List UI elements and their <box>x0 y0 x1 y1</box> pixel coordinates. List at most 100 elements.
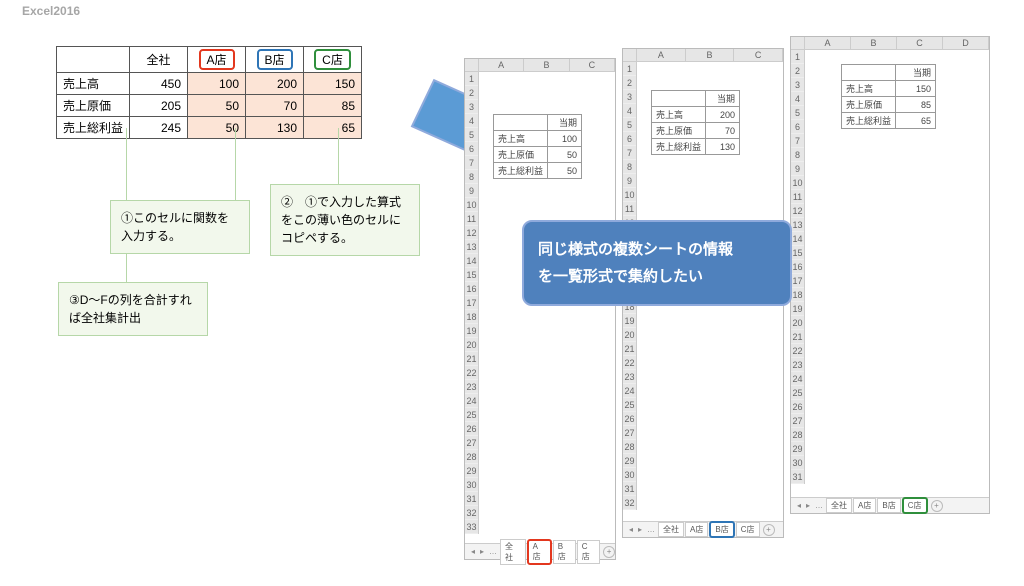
tab-nav-icon[interactable]: ▸ <box>478 547 486 556</box>
row-header: 30 <box>791 456 804 470</box>
col-headers: A B C D <box>791 37 989 50</box>
row-header: 7 <box>465 156 478 170</box>
row-header: 10 <box>791 176 804 190</box>
row-header: 10 <box>465 198 478 212</box>
col-c: C <box>897 37 943 49</box>
cell: 85 <box>896 97 936 113</box>
col-b: B <box>851 37 897 49</box>
cell: 売上原価 <box>842 97 896 113</box>
row-header: 21 <box>623 342 636 356</box>
row-header: 27 <box>791 414 804 428</box>
tab-a[interactable]: A店 <box>527 539 552 565</box>
row-header: 15 <box>465 268 478 282</box>
row-header: 29 <box>465 464 478 478</box>
cell: 売上総利益 <box>494 163 548 179</box>
add-sheet-icon[interactable]: + <box>603 546 615 558</box>
row-header: 22 <box>791 344 804 358</box>
row-header: 1 <box>623 62 636 76</box>
tab-b[interactable]: B店 <box>877 498 900 513</box>
tab-nav-more[interactable]: … <box>813 501 825 510</box>
cell: 130 <box>706 139 740 155</box>
cell: 売上原価 <box>494 147 548 163</box>
row-header: 13 <box>465 240 478 254</box>
add-sheet-icon[interactable]: + <box>763 524 775 536</box>
row-header: 33 <box>465 520 478 534</box>
tab-all[interactable]: 全社 <box>826 498 852 513</box>
row-header: 8 <box>465 170 478 184</box>
row-header: 28 <box>623 440 636 454</box>
cell-label: 売上高 <box>57 73 130 95</box>
cell: 売上原価 <box>652 123 706 139</box>
tab-b[interactable]: B店 <box>553 540 576 564</box>
col-c: C <box>570 59 615 71</box>
row-header: 1 <box>465 72 478 86</box>
row-sales: 売上高 450 100 200 150 <box>57 73 362 95</box>
tab-nav-icon[interactable]: ◂ <box>795 501 803 510</box>
row-header: 31 <box>791 470 804 484</box>
row-gross: 売上総利益 245 50 130 65 <box>57 117 362 139</box>
cell: 130 <box>246 117 304 139</box>
tab-all[interactable]: 全社 <box>658 522 684 537</box>
annotation-3: ③D～Fの列を合計すれば全社集計出 <box>58 282 208 336</box>
cell: 100 <box>188 73 246 95</box>
corner <box>623 49 637 61</box>
row-header: 3 <box>623 90 636 104</box>
tab-nav-icon[interactable]: ▸ <box>804 501 812 510</box>
row-header: 24 <box>791 372 804 386</box>
tab-c[interactable]: C店 <box>902 497 928 514</box>
row-header: 28 <box>791 428 804 442</box>
row-header: 11 <box>623 202 636 216</box>
hdr-blank <box>57 47 130 73</box>
col-headers: A B C <box>623 49 783 62</box>
cell: 245 <box>130 117 188 139</box>
tab-nav-icon[interactable]: ▸ <box>636 525 644 534</box>
row-header: 3 <box>791 78 804 92</box>
tab-b[interactable]: B店 <box>709 521 734 538</box>
row-header: 30 <box>465 478 478 492</box>
row-header: 28 <box>465 450 478 464</box>
inner-table: 当期 売上高200 売上原価70 売上総利益130 <box>651 90 740 155</box>
tab-a[interactable]: A店 <box>685 522 708 537</box>
row-header: 30 <box>623 468 636 482</box>
tab-c[interactable]: C店 <box>577 540 600 564</box>
leader-line <box>235 128 236 200</box>
tab-nav-more[interactable]: … <box>487 547 499 556</box>
app-title: Excel2016 <box>22 4 80 18</box>
col-a: A <box>637 49 686 61</box>
row-header: 11 <box>465 212 478 226</box>
callout: 同じ様式の複数シートの情報 を一覧形式で集約したい <box>522 220 792 306</box>
sheet-tabs: ◂ ▸ … 全社 A店 B店 C店 + <box>465 543 615 559</box>
tab-a[interactable]: A店 <box>853 498 876 513</box>
cell: 200 <box>246 73 304 95</box>
tab-nav-icon[interactable]: ◂ <box>469 547 477 556</box>
inner-table: 当期 売上高150 売上原価85 売上総利益65 <box>841 64 936 129</box>
row-header: 2 <box>465 86 478 100</box>
cell: 50 <box>188 95 246 117</box>
row-header: 19 <box>623 314 636 328</box>
summary-table: 全社 A店 B店 C店 売上高 450 100 200 150 売上原価 205… <box>56 46 362 139</box>
row-header: 8 <box>791 148 804 162</box>
row-header: 19 <box>465 324 478 338</box>
cell: 当期 <box>706 91 740 107</box>
col-a: A <box>805 37 851 49</box>
sheet-tabs: ◂ ▸ … 全社 A店 B店 C店 + <box>791 497 989 513</box>
cell: 205 <box>130 95 188 117</box>
tab-nav-more[interactable]: … <box>645 525 657 534</box>
row-header: 2 <box>791 64 804 78</box>
row-header: 17 <box>465 296 478 310</box>
tab-c[interactable]: C店 <box>736 522 760 537</box>
tab-all[interactable]: 全社 <box>500 539 526 565</box>
row-header: 26 <box>791 400 804 414</box>
row-header: 3 <box>465 100 478 114</box>
callout-line2: を一覧形式で集約したい <box>538 263 776 290</box>
row-header: 22 <box>465 366 478 380</box>
row-header: 7 <box>623 146 636 160</box>
add-sheet-icon[interactable]: + <box>931 500 943 512</box>
hdr-all: 全社 <box>130 47 188 73</box>
row-header: 32 <box>465 506 478 520</box>
tab-nav-icon[interactable]: ◂ <box>627 525 635 534</box>
sheet-tabs: ◂ ▸ … 全社 A店 B店 C店 + <box>623 521 783 537</box>
row-header: 6 <box>623 132 636 146</box>
col-b: B <box>524 59 569 71</box>
row-headers: 1234567891011121314151617181920212223242… <box>465 72 479 534</box>
